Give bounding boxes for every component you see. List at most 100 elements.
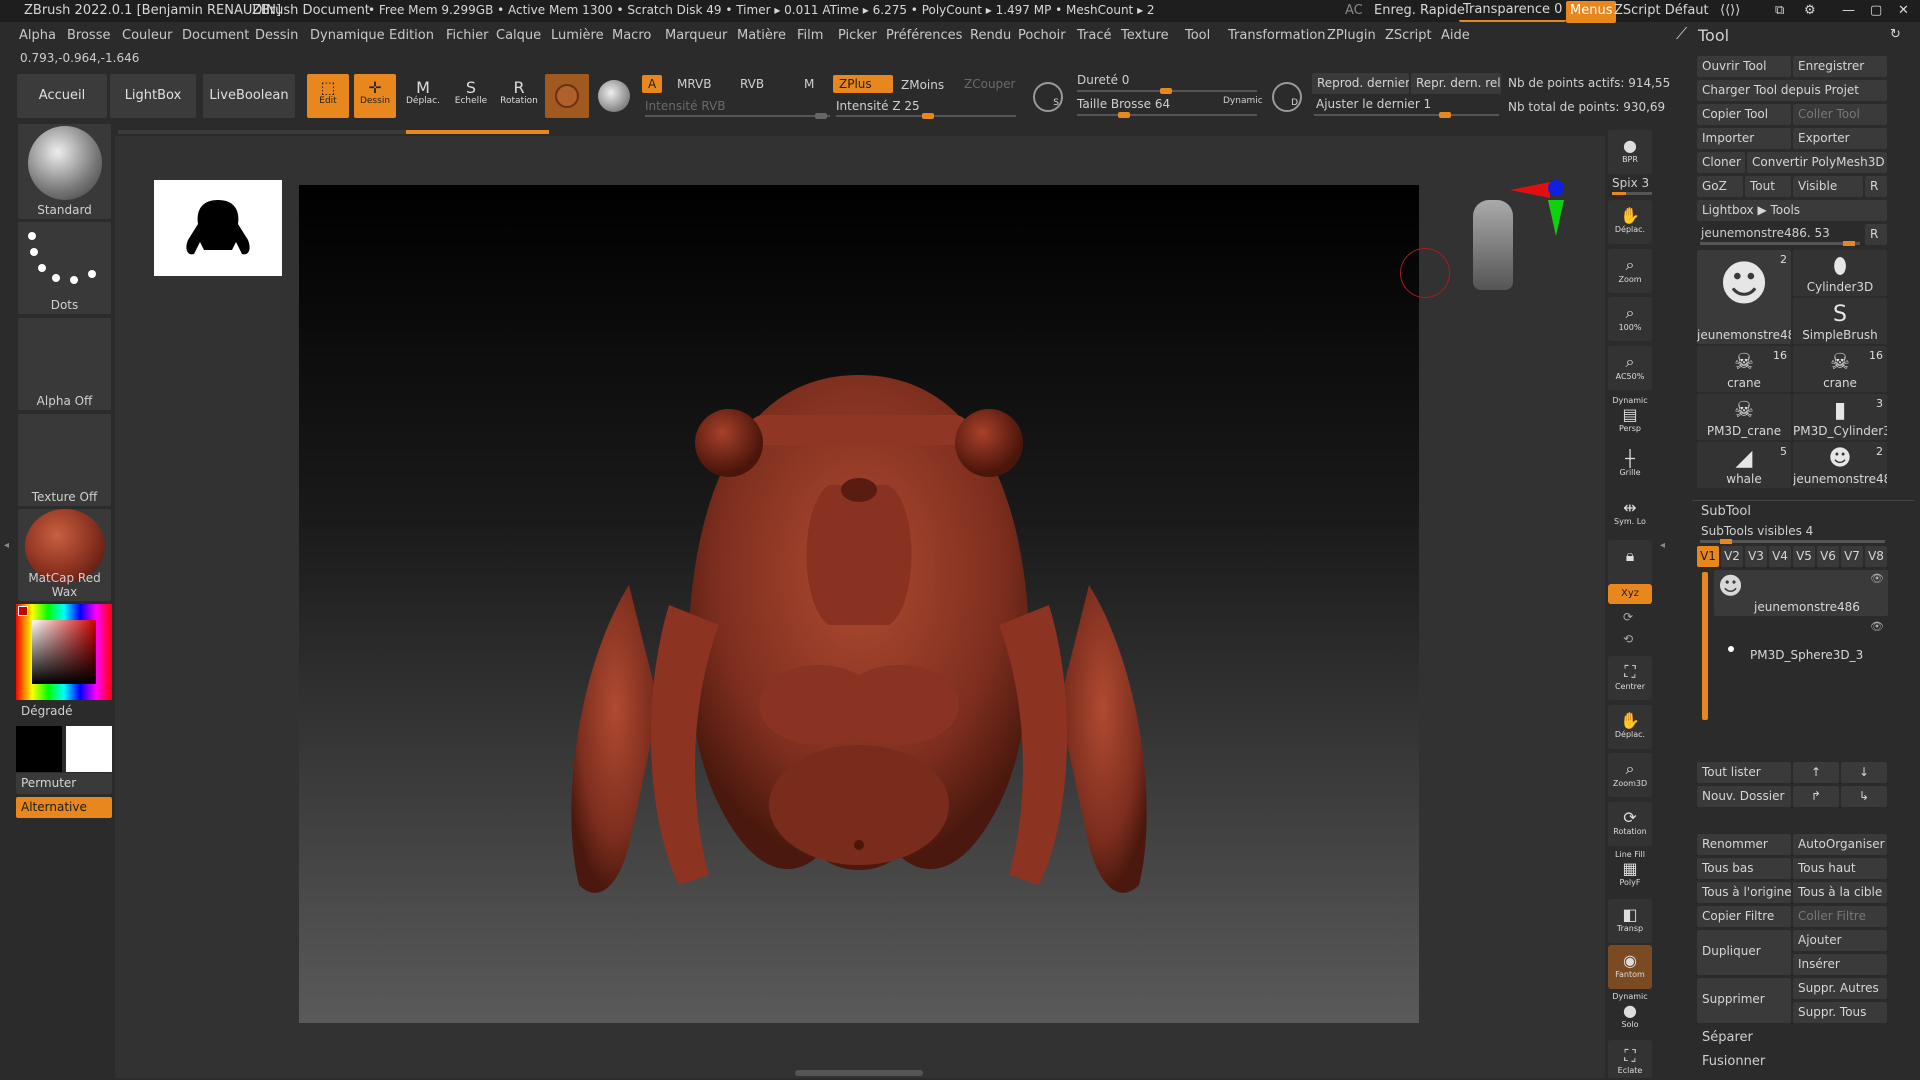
all-to-target-button[interactable]: Tous à la cible: [1793, 882, 1887, 903]
menu-pochoir[interactable]: Pochoir: [1018, 28, 1066, 43]
solo-button[interactable]: Dynamic ● Solo: [1608, 992, 1652, 1036]
tool-thumb[interactable]: ▮ 3 PM3D_Cylinder3: [1793, 394, 1887, 440]
scale-mode-button[interactable]: S Echelle: [450, 74, 492, 118]
quicksave-button[interactable]: Enreg. Rapide: [1374, 3, 1465, 18]
ghost-button[interactable]: ◉ Fantom: [1608, 945, 1652, 989]
m-toggle[interactable]: M: [804, 77, 814, 91]
move3d-button[interactable]: ✋ Déplac.: [1608, 705, 1652, 749]
material-button[interactable]: [545, 74, 589, 118]
panel-collapse-icon[interactable]: ◂: [1660, 540, 1666, 560]
dynamic-size-toggle[interactable]: Dynamic: [1223, 96, 1263, 106]
spix-track[interactable]: [1612, 192, 1652, 195]
all-high-button[interactable]: Tous haut: [1793, 858, 1887, 879]
menu-trace[interactable]: Tracé: [1077, 28, 1112, 43]
close-icon[interactable]: ✕: [1898, 3, 1909, 18]
intensity-d-icon[interactable]: D: [1272, 82, 1302, 112]
adjust-last-track[interactable]: [1314, 112, 1499, 118]
menu-texture[interactable]: Texture: [1121, 28, 1169, 43]
new-folder-button[interactable]: Nouv. Dossier: [1697, 786, 1791, 807]
window-icon[interactable]: ⧉: [1775, 3, 1784, 18]
z-intensity-knob[interactable]: [922, 113, 934, 119]
polyframe-button[interactable]: Line Fill ▦ PolyF: [1608, 850, 1652, 894]
tool-thumb[interactable]: ☻ 2 jeunemonstre48: [1697, 250, 1791, 344]
z-intensity-track[interactable]: [836, 113, 1016, 119]
menu-calque[interactable]: Calque: [496, 28, 541, 43]
subtool-scrollbar[interactable]: [1702, 572, 1708, 720]
zadd-toggle[interactable]: ZPlus: [833, 75, 893, 93]
subtool-item-active[interactable]: ☻ 👁︎ jeunemonstre486: [1714, 570, 1888, 616]
tool-thumb[interactable]: ☠ PM3D_crane: [1697, 394, 1791, 440]
all-to-origin-button[interactable]: Tous à l'origine: [1697, 882, 1791, 903]
menu-film[interactable]: Film: [797, 28, 823, 43]
version-tab-v2[interactable]: V2: [1721, 546, 1743, 567]
menu-dessin[interactable]: Dessin: [255, 28, 298, 43]
open-tool-button[interactable]: Ouvrir Tool: [1697, 56, 1791, 77]
menu-edition[interactable]: Edition: [389, 28, 434, 43]
local-symmetry-button[interactable]: ⇹ Sym. Lo: [1608, 492, 1652, 536]
tool-thumb[interactable]: ☻ 2 jeunemonstre48: [1793, 442, 1887, 488]
subtools-visible-knob[interactable]: [1720, 539, 1732, 544]
rotate-mode-button[interactable]: R Rotation: [497, 74, 541, 118]
stroke-dots-button[interactable]: Dots: [18, 222, 111, 314]
version-tab-v6[interactable]: V6: [1817, 546, 1839, 567]
current-tool-track[interactable]: [1700, 241, 1860, 246]
version-tab-v3[interactable]: V3: [1745, 546, 1767, 567]
version-tab-v7[interactable]: V7: [1841, 546, 1863, 567]
floor-grid-button[interactable]: ┼ Grille: [1608, 443, 1652, 487]
all-low-button[interactable]: Tous bas: [1697, 858, 1791, 879]
split-section[interactable]: Séparer: [1702, 1030, 1753, 1045]
spix-slider[interactable]: Spix 3: [1612, 176, 1649, 190]
rgb-intensity-knob[interactable]: [815, 113, 827, 119]
perspective-button[interactable]: Dynamic ▤ Persp: [1608, 394, 1652, 438]
paste-filter-button[interactable]: Coller Filtre: [1793, 906, 1887, 927]
rgb-intensity-track[interactable]: [645, 113, 830, 119]
menu-lumiere[interactable]: Lumière: [551, 28, 604, 43]
tool-thumb[interactable]: ◢ 5 whale: [1697, 442, 1791, 488]
copy-filter-button[interactable]: Copier Filtre: [1697, 906, 1791, 927]
merge-section[interactable]: Fusionner: [1702, 1054, 1765, 1069]
zscript-default[interactable]: ZScript Défaut: [1614, 3, 1709, 18]
adjust-last-knob[interactable]: [1439, 112, 1451, 118]
save-tool-button[interactable]: Enregistrer: [1793, 56, 1887, 77]
transparency-button[interactable]: ◧ Transp: [1608, 899, 1652, 943]
goz-button[interactable]: GoZ: [1697, 176, 1743, 197]
tool-r-button[interactable]: R: [1865, 224, 1887, 245]
tool-thumb[interactable]: ⬮ Cylinder3D: [1793, 250, 1887, 296]
current-tool-slider[interactable]: jeunemonstre486. 53: [1701, 226, 1830, 240]
delete-all-button[interactable]: Suppr. Tous: [1793, 1002, 1887, 1023]
tool-thumb[interactable]: ☠ 16 crane: [1793, 346, 1887, 392]
alternate-button[interactable]: Alternative: [16, 797, 112, 818]
menu-dynamique[interactable]: Dynamique: [310, 28, 385, 43]
navigation-gizmo[interactable]: [1468, 200, 1518, 300]
adjust-last-slider[interactable]: Ajuster le dernier 1: [1316, 97, 1431, 111]
menu-aide[interactable]: Aide: [1441, 28, 1470, 43]
insert-button[interactable]: Insérer: [1793, 954, 1887, 975]
copy-tool-button[interactable]: Copier Tool: [1697, 104, 1791, 125]
auto-reorder-button[interactable]: AutoOrganiser: [1793, 834, 1887, 855]
menu-document[interactable]: Document: [182, 28, 249, 43]
swap-colors-button[interactable]: Permuter: [16, 773, 112, 794]
material-matcap-button[interactable]: MatCap Red Wax: [18, 509, 111, 601]
import-button[interactable]: Importer: [1697, 128, 1791, 149]
menu-matiere[interactable]: Matière: [737, 28, 786, 43]
menu-marqueur[interactable]: Marqueur: [665, 28, 727, 43]
lock-button[interactable]: 🔒︎: [1608, 540, 1652, 584]
menu-macro[interactable]: Macro: [612, 28, 651, 43]
paste-tool-button[interactable]: Coller Tool: [1793, 104, 1887, 125]
menu-fichier[interactable]: Fichier: [446, 28, 489, 43]
zoom3d-button[interactable]: ⌕ Zoom3D: [1608, 753, 1652, 797]
rgb-toggle[interactable]: RVB: [740, 77, 764, 91]
menu-alpha[interactable]: Alpha: [19, 28, 56, 43]
lightbox-button[interactable]: LightBox: [110, 74, 196, 118]
brush-size-knob[interactable]: [1118, 112, 1130, 118]
rotate3d-button[interactable]: ⟳ Rotation: [1608, 802, 1652, 846]
version-tab-v5[interactable]: V5: [1793, 546, 1815, 567]
delete-other-button[interactable]: Suppr. Autres: [1793, 978, 1887, 999]
move-up-icon[interactable]: ↑: [1793, 762, 1839, 783]
hardness-knob[interactable]: [1160, 88, 1172, 94]
goz-visible-button[interactable]: Visible: [1793, 176, 1863, 197]
subtool-item[interactable]: 👁︎ PM3D_Sphere3D_3: [1714, 618, 1888, 664]
tool-thumb[interactable]: ☠ 16 crane: [1697, 346, 1791, 392]
xyz-rotation-button[interactable]: Xyz: [1608, 584, 1652, 604]
a-toggle[interactable]: A: [642, 75, 663, 93]
